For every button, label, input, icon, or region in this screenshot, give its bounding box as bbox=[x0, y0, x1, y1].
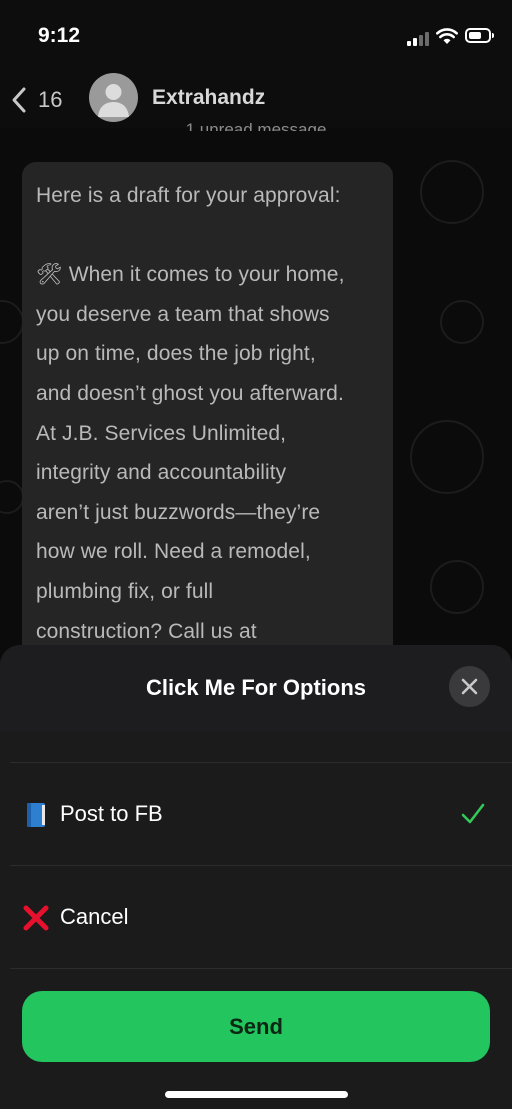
message-text-line: how we roll. Need a remodel, bbox=[36, 540, 311, 564]
close-button[interactable] bbox=[449, 666, 490, 707]
message-text-line: At J.B. Services Unlimited, bbox=[36, 421, 287, 445]
message-bubble[interactable]: Here is a draft for your approval: 🛠 Whe… bbox=[22, 162, 393, 682]
doodle-decoration bbox=[440, 300, 484, 344]
message-text-line: Here is a draft for your approval: bbox=[36, 184, 341, 207]
message-text-line: and doesn’t ghost you afterward. bbox=[36, 381, 344, 405]
battery-icon bbox=[465, 28, 494, 43]
doodle-decoration bbox=[0, 300, 24, 344]
message-text-line: aren’t just buzzwords—they’re bbox=[36, 500, 321, 524]
checkmark-icon bbox=[461, 803, 485, 824]
doodle-decoration bbox=[410, 420, 484, 494]
message-text-line: integrity and accountability bbox=[36, 461, 287, 485]
divider bbox=[10, 762, 512, 763]
message-text-line: you deserve a team that shows bbox=[36, 302, 330, 326]
status-bar: 9:12 bbox=[0, 0, 512, 74]
doodle-decoration bbox=[430, 560, 484, 614]
option-post-to-fb[interactable]: Post to FB bbox=[0, 765, 512, 865]
close-icon bbox=[461, 678, 478, 695]
message-text-line: up on time, does the job right, bbox=[36, 342, 316, 366]
message-text-line: 🛠 When it comes to your home, bbox=[36, 263, 345, 287]
contact-name[interactable]: Extrahandz bbox=[152, 86, 265, 110]
sheet-title: Click Me For Options bbox=[145, 675, 367, 700]
divider bbox=[10, 865, 512, 866]
chevron-left-icon bbox=[12, 87, 26, 113]
wifi-icon bbox=[436, 28, 458, 44]
doodle-decoration bbox=[0, 480, 24, 514]
message-text-line: plumbing fix, or full bbox=[36, 579, 214, 603]
send-button[interactable]: Send bbox=[22, 991, 490, 1062]
status-time: 9:12 bbox=[38, 24, 81, 47]
option-label: Cancel bbox=[60, 904, 129, 929]
cellular-signal-icon bbox=[407, 32, 429, 46]
unread-message-divider: 1 unread message bbox=[185, 120, 327, 131]
sheet-header: Click Me For Options bbox=[0, 645, 512, 731]
unread-chats-count: 16 bbox=[38, 87, 63, 112]
doodle-decoration bbox=[420, 160, 484, 224]
divider bbox=[10, 968, 512, 969]
option-label: Post to FB bbox=[60, 801, 163, 826]
home-indicator bbox=[165, 1091, 348, 1098]
red-cross-icon bbox=[23, 905, 49, 931]
options-bottom-sheet: Click Me For Options Post to FB Cancel S… bbox=[0, 645, 512, 1109]
option-cancel[interactable]: Cancel bbox=[0, 868, 512, 968]
blue-book-icon bbox=[27, 803, 45, 827]
